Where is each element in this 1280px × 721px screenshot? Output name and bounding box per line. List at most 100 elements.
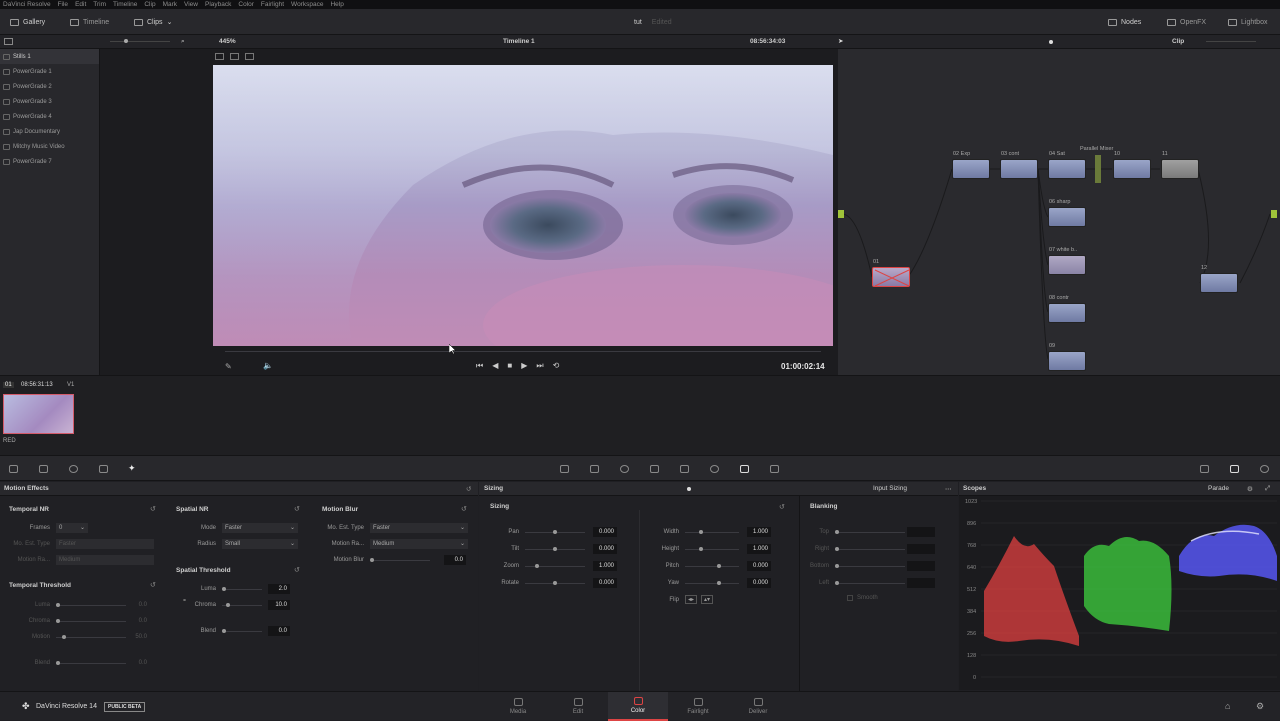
chroma-slider[interactable] xyxy=(222,602,262,607)
menu-trim[interactable]: Trim xyxy=(93,1,106,8)
skip-end-icon[interactable]: ⏭ xyxy=(536,361,543,371)
menu-playback[interactable]: Playback xyxy=(205,1,231,8)
node-01[interactable]: 01 xyxy=(872,259,910,287)
yaw-value[interactable]: 0.000 xyxy=(747,578,771,588)
mo-est-select[interactable]: Faster ⌄ xyxy=(370,523,468,533)
reset-icon[interactable]: ↺ xyxy=(150,505,156,513)
menu-app[interactable]: DaVinci Resolve xyxy=(3,1,51,8)
settings-icon[interactable]: ⚙ xyxy=(1247,485,1253,493)
pitch-slider[interactable] xyxy=(685,563,739,568)
gallery-item[interactable]: PowerGrade 2 xyxy=(0,79,99,94)
gallery-item[interactable]: PowerGrade 4 xyxy=(0,109,99,124)
tilt-value[interactable]: 0.000 xyxy=(593,544,617,554)
motion-blur-value[interactable]: 0.0 xyxy=(444,555,466,565)
node-04[interactable]: 04 Sat xyxy=(1048,151,1086,179)
home-icon[interactable]: ⌂ xyxy=(1225,701,1230,711)
luma-slider[interactable] xyxy=(56,602,126,607)
node-07[interactable]: 07 white b.. xyxy=(1048,247,1086,275)
play-reverse-icon[interactable]: ◀ xyxy=(492,361,498,371)
blanking-right-slider[interactable] xyxy=(835,546,905,551)
motion-range-select[interactable]: Medium ⌄ xyxy=(370,539,468,549)
key-icon[interactable] xyxy=(710,465,719,473)
gallery-item[interactable]: Stills 1 xyxy=(0,49,99,64)
volume-icon[interactable]: 🔈 xyxy=(263,361,273,370)
menu-timeline[interactable]: Timeline xyxy=(113,1,137,8)
timeline-button[interactable]: Timeline xyxy=(70,14,109,30)
node-10[interactable]: 10 xyxy=(1113,151,1151,179)
clips-button[interactable]: Clips ⌄ xyxy=(134,14,172,30)
pan-slider[interactable] xyxy=(525,529,585,534)
smooth-checkbox[interactable] xyxy=(847,595,853,601)
gallery-zoom-slider[interactable] xyxy=(110,41,170,42)
flip-vertical-icon[interactable]: ▴▾ xyxy=(701,595,714,604)
gallery-item[interactable]: PowerGrade 3 xyxy=(0,94,99,109)
height-slider[interactable] xyxy=(685,546,739,551)
pitch-value[interactable]: 0.000 xyxy=(747,561,771,571)
input-node-icon[interactable] xyxy=(838,210,844,218)
reset-icon[interactable]: ↺ xyxy=(461,505,467,513)
skip-start-icon[interactable]: ⏮ xyxy=(476,361,483,371)
effects-icon[interactable] xyxy=(245,53,254,60)
stop-icon[interactable]: ■ xyxy=(507,361,512,371)
reset-icon[interactable]: ↺ xyxy=(294,505,300,513)
flip-horizontal-icon[interactable]: ◂▸ xyxy=(685,595,698,604)
luma-value[interactable]: 2.0 xyxy=(268,584,290,594)
menu-file[interactable]: File xyxy=(58,1,68,8)
sizing-icon[interactable] xyxy=(740,465,749,473)
gallery-item[interactable]: PowerGrade 1 xyxy=(0,64,99,79)
blanking-top-slider[interactable] xyxy=(835,529,905,534)
pen-tool-icon[interactable]: ✎ xyxy=(225,362,232,371)
node-03[interactable]: 03 cont xyxy=(1000,151,1038,179)
node-editor[interactable]: 01 02 Exp 03 cont 04 Sat Parallel Mixer … xyxy=(838,49,1280,375)
height-value[interactable]: 1.000 xyxy=(747,544,771,554)
blanking-left-value[interactable] xyxy=(907,578,935,588)
blend-value[interactable]: 0.0 xyxy=(130,658,150,668)
menu-mark[interactable]: Mark xyxy=(163,1,177,8)
gallery-item[interactable]: Mitchy Music Video xyxy=(0,139,99,154)
width-slider[interactable] xyxy=(685,529,739,534)
page-tab-deliver[interactable]: Deliver xyxy=(728,692,788,721)
menu-view[interactable]: View xyxy=(184,1,198,8)
eyedropper-icon[interactable] xyxy=(1200,465,1209,473)
width-value[interactable]: 1.000 xyxy=(747,527,771,537)
node-08[interactable]: 08 contr xyxy=(1048,295,1086,323)
node-02[interactable]: 02 Exp xyxy=(952,151,990,179)
output-node-icon[interactable] xyxy=(1271,210,1277,218)
menu-fairlight[interactable]: Fairlight xyxy=(261,1,284,8)
menu-clip[interactable]: Clip xyxy=(144,1,155,8)
blur-icon[interactable] xyxy=(680,465,689,473)
parallel-mixer-node[interactable] xyxy=(1095,155,1101,183)
blend-value[interactable]: 0.0 xyxy=(268,626,290,636)
frames-select[interactable]: 0 ⌄ xyxy=(56,523,88,533)
search-icon[interactable]: ⌕ xyxy=(181,38,185,46)
chroma-slider[interactable] xyxy=(56,618,126,623)
luma-slider[interactable] xyxy=(222,586,262,591)
motion-effects-icon[interactable]: ✦ xyxy=(128,463,136,474)
color-match-icon[interactable] xyxy=(39,465,48,473)
reset-icon[interactable]: ↺ xyxy=(779,503,785,511)
timeline-selector[interactable]: Timeline 1 xyxy=(503,38,535,45)
luma-value[interactable]: 0.0 xyxy=(130,600,150,610)
menu-help[interactable]: Help xyxy=(330,1,343,8)
nodes-button[interactable]: Nodes xyxy=(1108,14,1141,30)
scopes-icon[interactable] xyxy=(1230,465,1239,473)
sizing-mode-select[interactable]: Input Sizing xyxy=(873,485,907,492)
rotate-slider[interactable] xyxy=(525,580,585,585)
gallery-button[interactable]: Gallery xyxy=(10,14,45,30)
aspect-icon[interactable] xyxy=(230,53,239,60)
page-tab-color[interactable]: Color xyxy=(608,692,668,721)
reset-icon[interactable]: ↺ xyxy=(466,485,471,493)
viewer-image[interactable] xyxy=(213,65,833,346)
yaw-slider[interactable] xyxy=(685,580,739,585)
lightbox-button[interactable]: Lightbox xyxy=(1228,14,1267,30)
expand-icon[interactable]: ⤢ xyxy=(1265,485,1270,493)
gallery-item[interactable]: PowerGrade 7 xyxy=(0,154,99,169)
viewer-scrub-bar[interactable] xyxy=(225,351,821,352)
rotate-value[interactable]: 0.000 xyxy=(593,578,617,588)
node-zoom-slider[interactable] xyxy=(1206,41,1256,42)
node-mode-selector[interactable]: Clip xyxy=(1172,38,1184,45)
play-icon[interactable]: ▶ xyxy=(521,361,527,371)
menu-edit[interactable]: Edit xyxy=(75,1,86,8)
mo-est-select[interactable]: Faster xyxy=(56,539,154,549)
blend-slider[interactable] xyxy=(56,660,126,665)
